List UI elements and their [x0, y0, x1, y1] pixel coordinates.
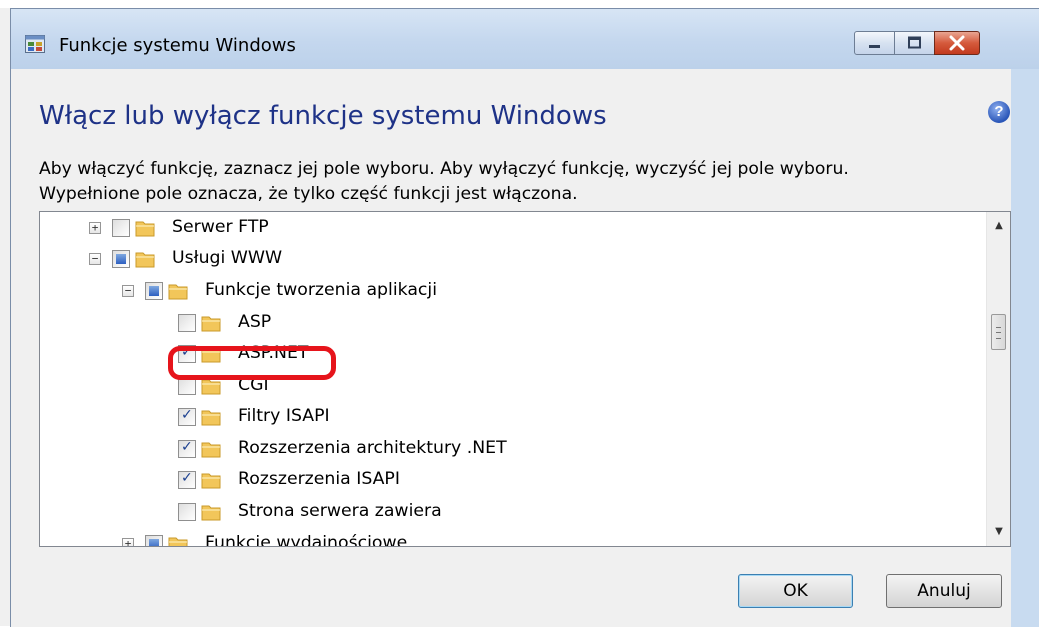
tree-item-label: Usługi WWW: [172, 248, 283, 268]
window-title: Funkcje systemu Windows: [59, 35, 296, 56]
tree-item-label: Serwer FTP: [172, 217, 269, 237]
maximize-icon: [908, 36, 921, 49]
description-text: Aby włączyć funkcję, zaznacz jej pole wy…: [39, 157, 849, 207]
tree-item-label: Strona serwera zawiera: [238, 501, 442, 521]
title-bar[interactable]: Funkcje systemu Windows: [11, 9, 1039, 69]
tree-item-label: Rozszerzenia architektury .NET: [238, 438, 507, 458]
checkbox-rozszerzenia-architektury-net[interactable]: [178, 439, 196, 458]
checkbox-serwer-ftp[interactable]: [112, 219, 130, 237]
minimize-icon: [869, 45, 880, 48]
minimize-button[interactable]: [854, 31, 895, 55]
close-button[interactable]: [934, 31, 980, 55]
close-icon: [949, 35, 965, 51]
tree-item-label: Rozszerzenia ISAPI: [238, 469, 400, 489]
window-frame: Funkcje systemu Windows Włącz lub wyłącz…: [10, 8, 1039, 627]
folder-icon: [135, 221, 155, 237]
tree-item-label: Funkcje tworzenia aplikacji: [205, 280, 438, 300]
folder-icon: [201, 442, 221, 458]
folder-icon: [201, 473, 221, 489]
tree-item-label: Funkcje wydajnościowe: [205, 533, 408, 547]
dialog-content: Włącz lub wyłącz funkcje systemu Windows…: [11, 69, 1011, 627]
tree-item-label: Filtry ISAPI: [238, 406, 330, 426]
expand-icon[interactable]: +: [89, 222, 101, 234]
scroll-up-arrow-icon[interactable]: ▲: [987, 214, 1010, 238]
help-icon[interactable]: ?: [988, 101, 1010, 123]
folder-icon: [201, 505, 221, 521]
ok-button[interactable]: OK: [738, 574, 853, 608]
page-title: Włącz lub wyłącz funkcje systemu Windows: [39, 101, 607, 131]
windows-features-icon: [25, 35, 45, 53]
folder-icon: [168, 537, 188, 546]
folder-icon: [201, 410, 221, 426]
checkbox-filtry-isapi[interactable]: [178, 407, 196, 426]
features-tree[interactable]: + Serwer FTP − Usługi WWW − Funkcje twor…: [39, 211, 1011, 547]
cancel-button[interactable]: Anuluj: [886, 574, 1002, 608]
checkbox-strona-serwera-zawiera[interactable]: [178, 503, 196, 521]
scroll-down-arrow-icon[interactable]: ▼: [987, 520, 1010, 544]
dialog-window: Funkcje systemu Windows Włącz lub wyłącz…: [0, 0, 1039, 627]
folder-icon: [135, 252, 155, 268]
expand-icon[interactable]: +: [122, 538, 134, 546]
collapse-icon[interactable]: −: [122, 285, 134, 297]
folder-icon: [168, 284, 188, 300]
description-line-2: Wypełnione pole oznacza, że tylko część …: [39, 184, 578, 204]
folder-icon: [201, 316, 221, 332]
tree-item-label: ASP: [238, 312, 272, 332]
collapse-icon[interactable]: −: [89, 253, 101, 265]
asp-net-highlight-annotation: [168, 346, 336, 380]
maximize-button[interactable]: [894, 31, 935, 55]
description-line-1: Aby włączyć funkcję, zaznacz jej pole wy…: [39, 159, 849, 179]
top-border: [0, 0, 1039, 8]
checkbox-rozszerzenia-isapi[interactable]: [178, 470, 196, 489]
checkbox-asp[interactable]: [178, 314, 196, 332]
checkbox-funkcje-tworzenia-aplikacji[interactable]: [145, 282, 163, 300]
checkbox-funkcje-wydajnosciowe[interactable]: [145, 535, 163, 546]
window-right-border: [1011, 69, 1039, 627]
scrollbar-thumb[interactable]: [991, 314, 1006, 350]
checkbox-uslugi-www[interactable]: [112, 250, 130, 268]
grip-icon: [996, 327, 1001, 339]
vertical-scrollbar[interactable]: ▲ ▼: [986, 212, 1010, 546]
